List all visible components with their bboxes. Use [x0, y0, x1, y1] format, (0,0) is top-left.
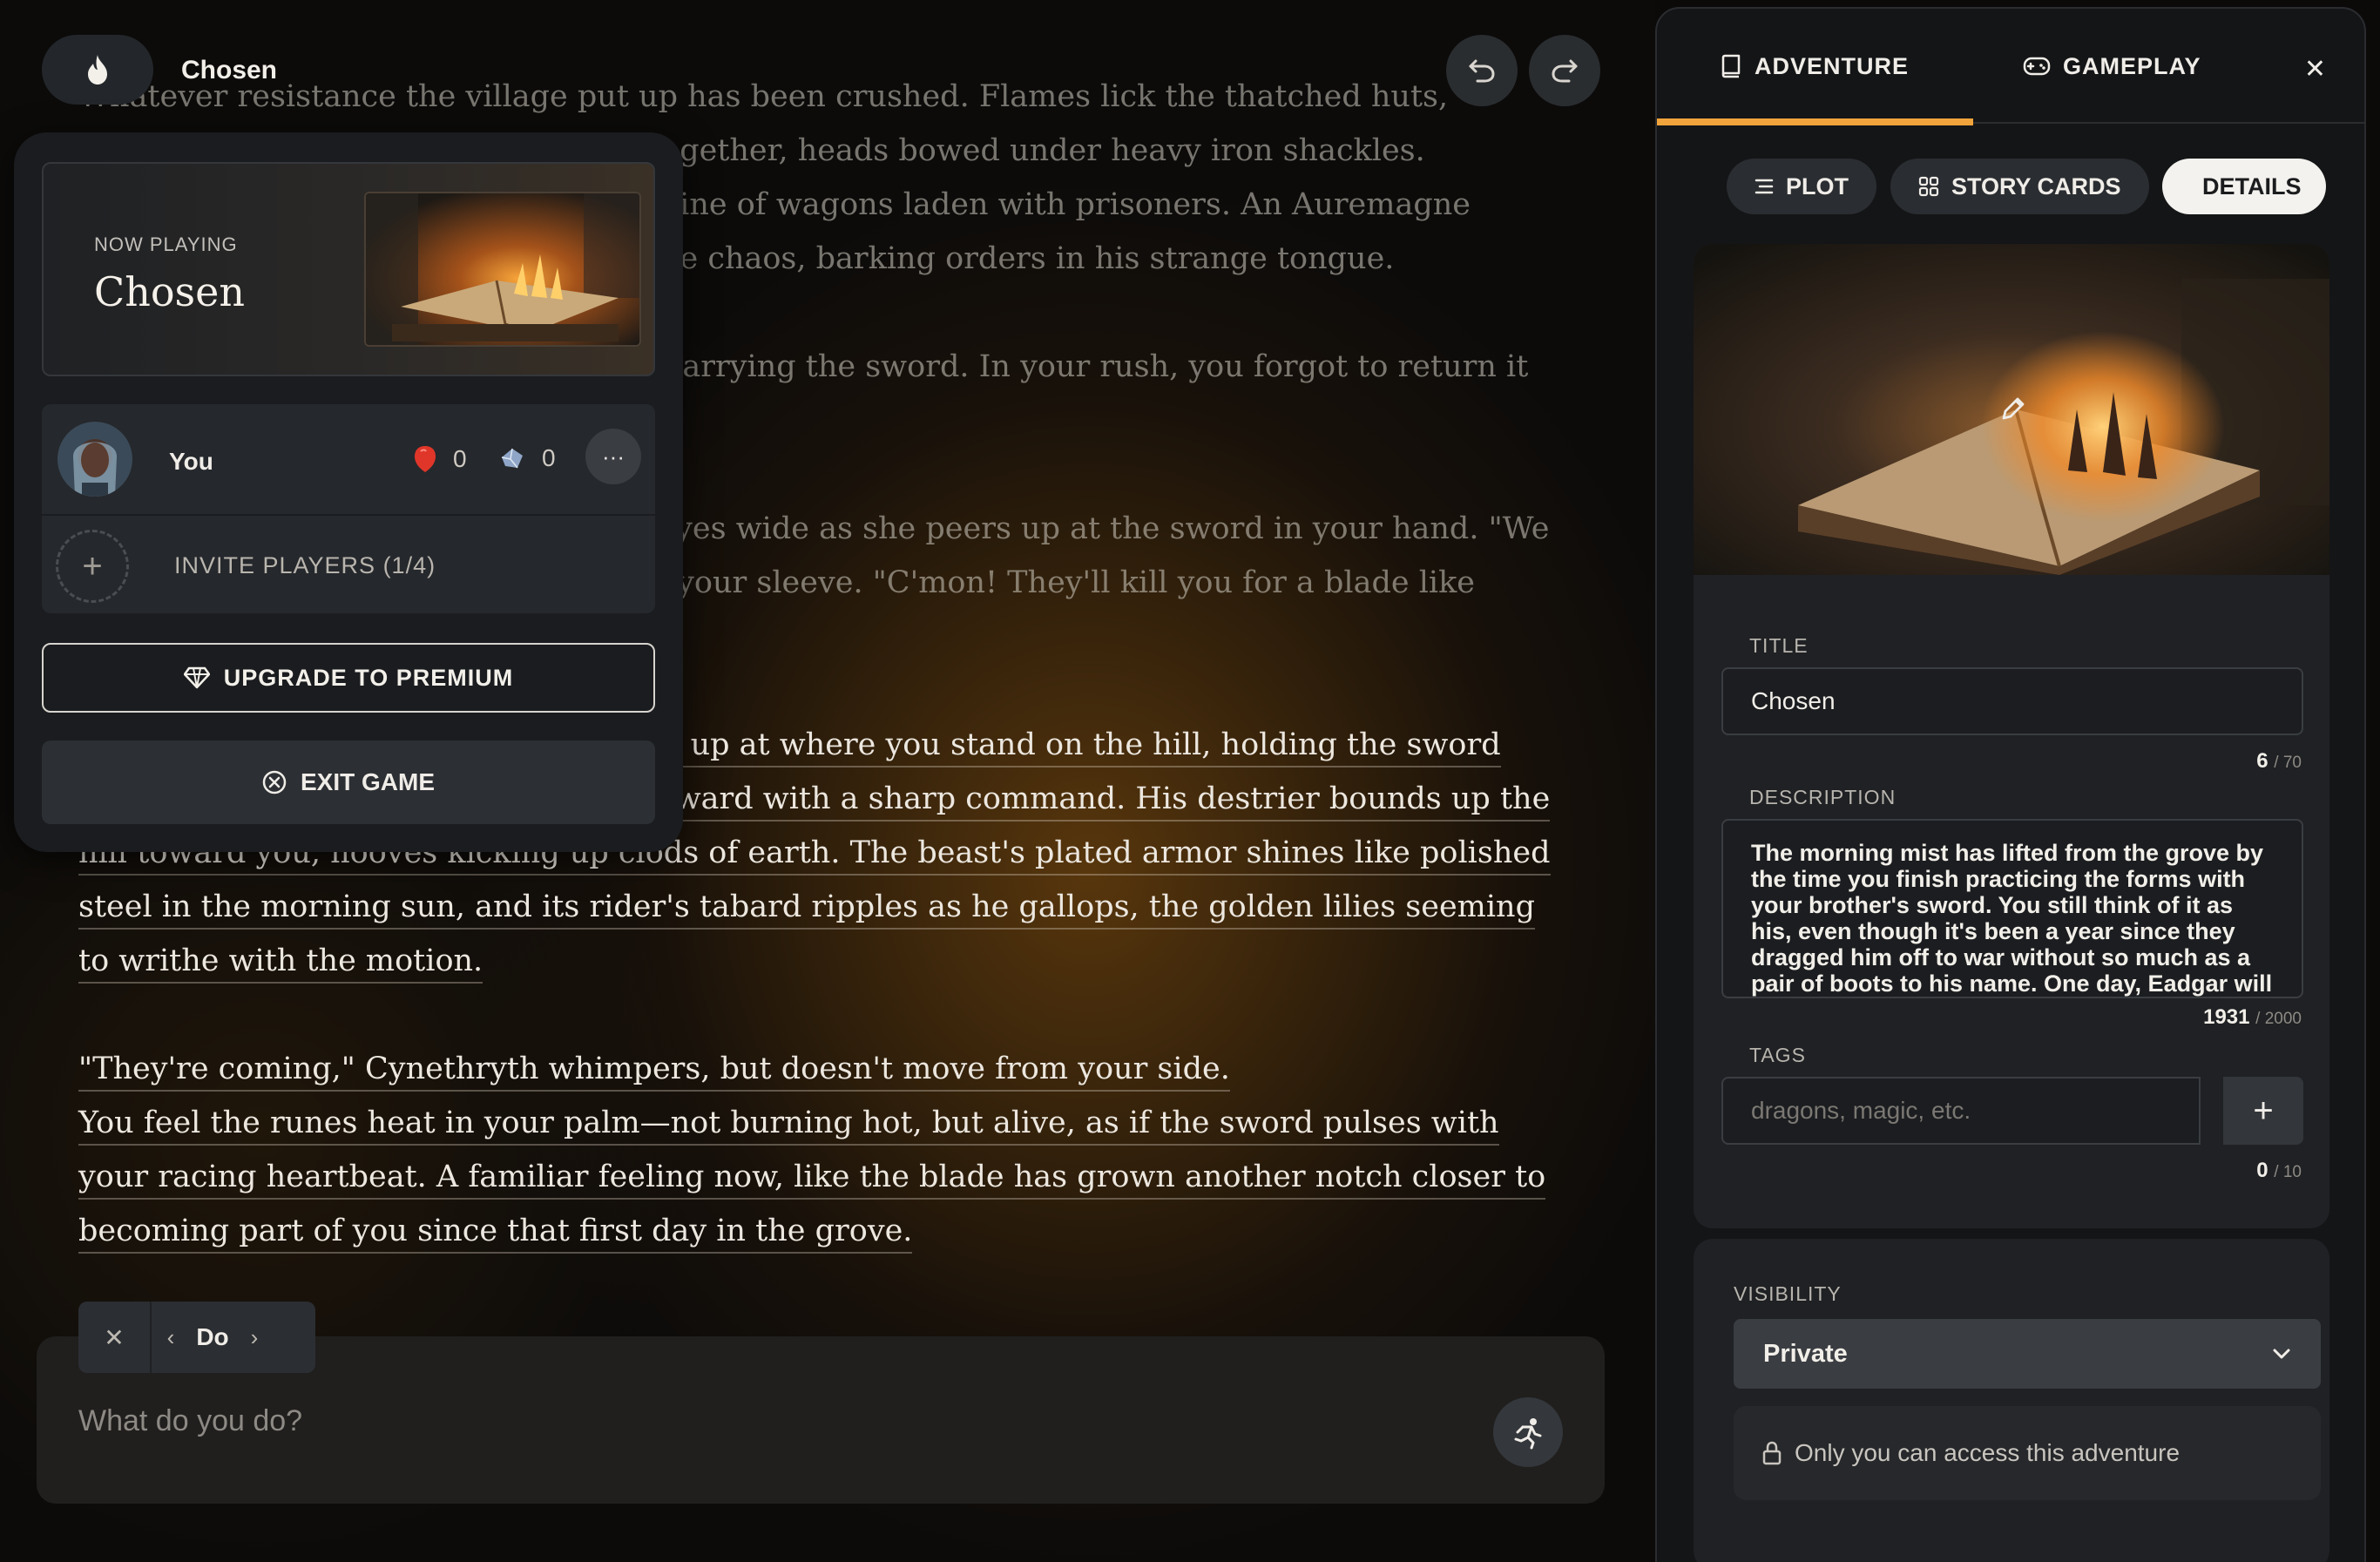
invite-label: INVITE PLAYERS (1/4) [174, 552, 436, 578]
action-input[interactable] [78, 1399, 1385, 1443]
players-card: You 0 0 ··· + INVITE PLAYERS (1/4) [42, 404, 655, 613]
action-mode-label: Do [196, 1323, 229, 1350]
upgrade-premium-button[interactable]: UPGRADE TO PREMIUM [42, 643, 655, 713]
heart-shield-icon [415, 446, 436, 472]
exit-label: EXIT GAME [300, 768, 435, 795]
details-card: TITLE 6 / 70 DESCRIPTION The morning mis… [1694, 244, 2329, 1228]
title-label: TITLE [1749, 634, 1809, 657]
continue-button[interactable] [1493, 1397, 1563, 1467]
visibility-value: Private [1763, 1339, 1848, 1368]
running-figure-icon [1514, 1418, 1542, 1450]
tab-adventure[interactable]: ADVENTURE [1656, 9, 1974, 125]
visibility-label: VISIBILITY [1734, 1282, 1842, 1305]
tab-plot-label: PLOT [1786, 172, 1849, 199]
player-options-button[interactable]: ··· [585, 429, 641, 484]
game-menu: NOW PLAYING Chosen You 0 0 ··· + INVITE … [14, 132, 683, 852]
invite-players-row[interactable]: + INVITE PLAYERS (1/4) [42, 517, 655, 613]
title-counter: 6 / 70 [2256, 749, 2302, 774]
title-max: / 70 [2274, 754, 2302, 772]
chevron-down-icon [2273, 1349, 2290, 1359]
player-row[interactable]: You 0 0 ··· [42, 404, 655, 516]
description-label: DESCRIPTION [1749, 786, 1897, 808]
game-title: Chosen [181, 56, 278, 85]
description-textarea[interactable]: The morning mist has lifted from the gro… [1721, 819, 2303, 998]
tags-label: TAGS [1749, 1044, 1806, 1066]
adventure-thumbnail [364, 192, 641, 347]
gamepad-icon [2023, 57, 2051, 76]
tags-counter: 0 / 10 [2256, 1159, 2302, 1183]
action-mode-selector: ✕ ‹ Do › [78, 1302, 315, 1373]
gem-icon [501, 448, 523, 469]
story-paragraph: "They're coming," Cynethryth whimpers, b… [78, 1042, 1559, 1096]
tab-details-label: DETAILS [2202, 172, 2302, 199]
undo-button[interactable] [1446, 35, 1518, 106]
tab-gameplay-label: GAMEPLAY [2063, 52, 2201, 79]
description-counter: 1931 / 2000 [2203, 1005, 2302, 1030]
visibility-card: VISIBILITY Private Only you can access t… [1694, 1239, 2329, 1562]
panel-tabs: ADVENTURE GAMEPLAY ✕ [1656, 9, 2364, 125]
add-tag-button[interactable]: + [2223, 1077, 2303, 1145]
avatar [57, 422, 132, 497]
tab-story-cards-label: STORY CARDS [1951, 172, 2121, 199]
tab-plot[interactable]: PLOT [1727, 159, 1876, 214]
title-count: 6 [2256, 749, 2268, 773]
tab-adventure-label: ADVENTURE [1755, 52, 1910, 79]
close-panel-icon[interactable]: ✕ [2304, 54, 2326, 85]
plus-icon: + [2253, 1091, 2274, 1130]
now-playing-title: Chosen [94, 268, 245, 315]
description-count: 1931 [2203, 1005, 2250, 1029]
story-paragraph: You feel the runes heat in your palm—not… [78, 1096, 1559, 1258]
book-icon [1721, 54, 1741, 78]
close-icon[interactable]: ✕ [78, 1302, 152, 1373]
diamond-icon [183, 666, 210, 689]
more-icon: ··· [602, 443, 625, 470]
redo-button[interactable] [1529, 35, 1600, 106]
adventure-panel: ADVENTURE GAMEPLAY ✕ PLOT STORY CARDS DE… [1655, 7, 2366, 1562]
tab-details[interactable]: DETAILS [2162, 159, 2326, 214]
cards-icon [1918, 176, 1939, 197]
description-max: / 2000 [2255, 1010, 2302, 1028]
visibility-note: Only you can access this adventure [1734, 1406, 2321, 1500]
game-menu-button[interactable] [42, 35, 153, 105]
chevron-left-icon[interactable]: ‹ [152, 1324, 190, 1351]
undo-icon [1469, 59, 1495, 83]
visibility-select[interactable]: Private [1734, 1319, 2321, 1389]
tags-input[interactable] [1721, 1077, 2201, 1145]
tab-story-cards[interactable]: STORY CARDS [1890, 159, 2149, 214]
premium-label: UPGRADE TO PREMIUM [223, 664, 514, 691]
now-playing-label: NOW PLAYING [94, 233, 238, 255]
now-playing-card[interactable]: NOW PLAYING Chosen [42, 162, 655, 376]
hearts-stat: 0 [413, 444, 467, 474]
plus-icon: + [56, 530, 129, 603]
tags-max: / 10 [2274, 1163, 2302, 1181]
exit-game-button[interactable]: EXIT GAME [42, 740, 655, 824]
plot-icon [1755, 179, 1774, 194]
gems-count: 0 [542, 444, 556, 471]
flame-icon [88, 55, 107, 85]
tab-gameplay[interactable]: GAMEPLAY [2023, 9, 2201, 124]
redo-icon [1552, 59, 1578, 83]
title-input[interactable] [1721, 667, 2303, 735]
lock-icon [1762, 1441, 1782, 1465]
adventure-cover-image[interactable] [1694, 244, 2329, 575]
pencil-icon[interactable] [1997, 394, 2028, 425]
close-circle-icon [262, 770, 287, 795]
chevron-right-icon[interactable]: › [235, 1324, 274, 1351]
gems-stat: 0 [498, 444, 556, 472]
visibility-note-text: Only you can access this adventure [1795, 1439, 2181, 1466]
tags-count: 0 [2256, 1159, 2268, 1182]
hearts-count: 0 [453, 445, 467, 472]
player-name: You [169, 448, 213, 475]
